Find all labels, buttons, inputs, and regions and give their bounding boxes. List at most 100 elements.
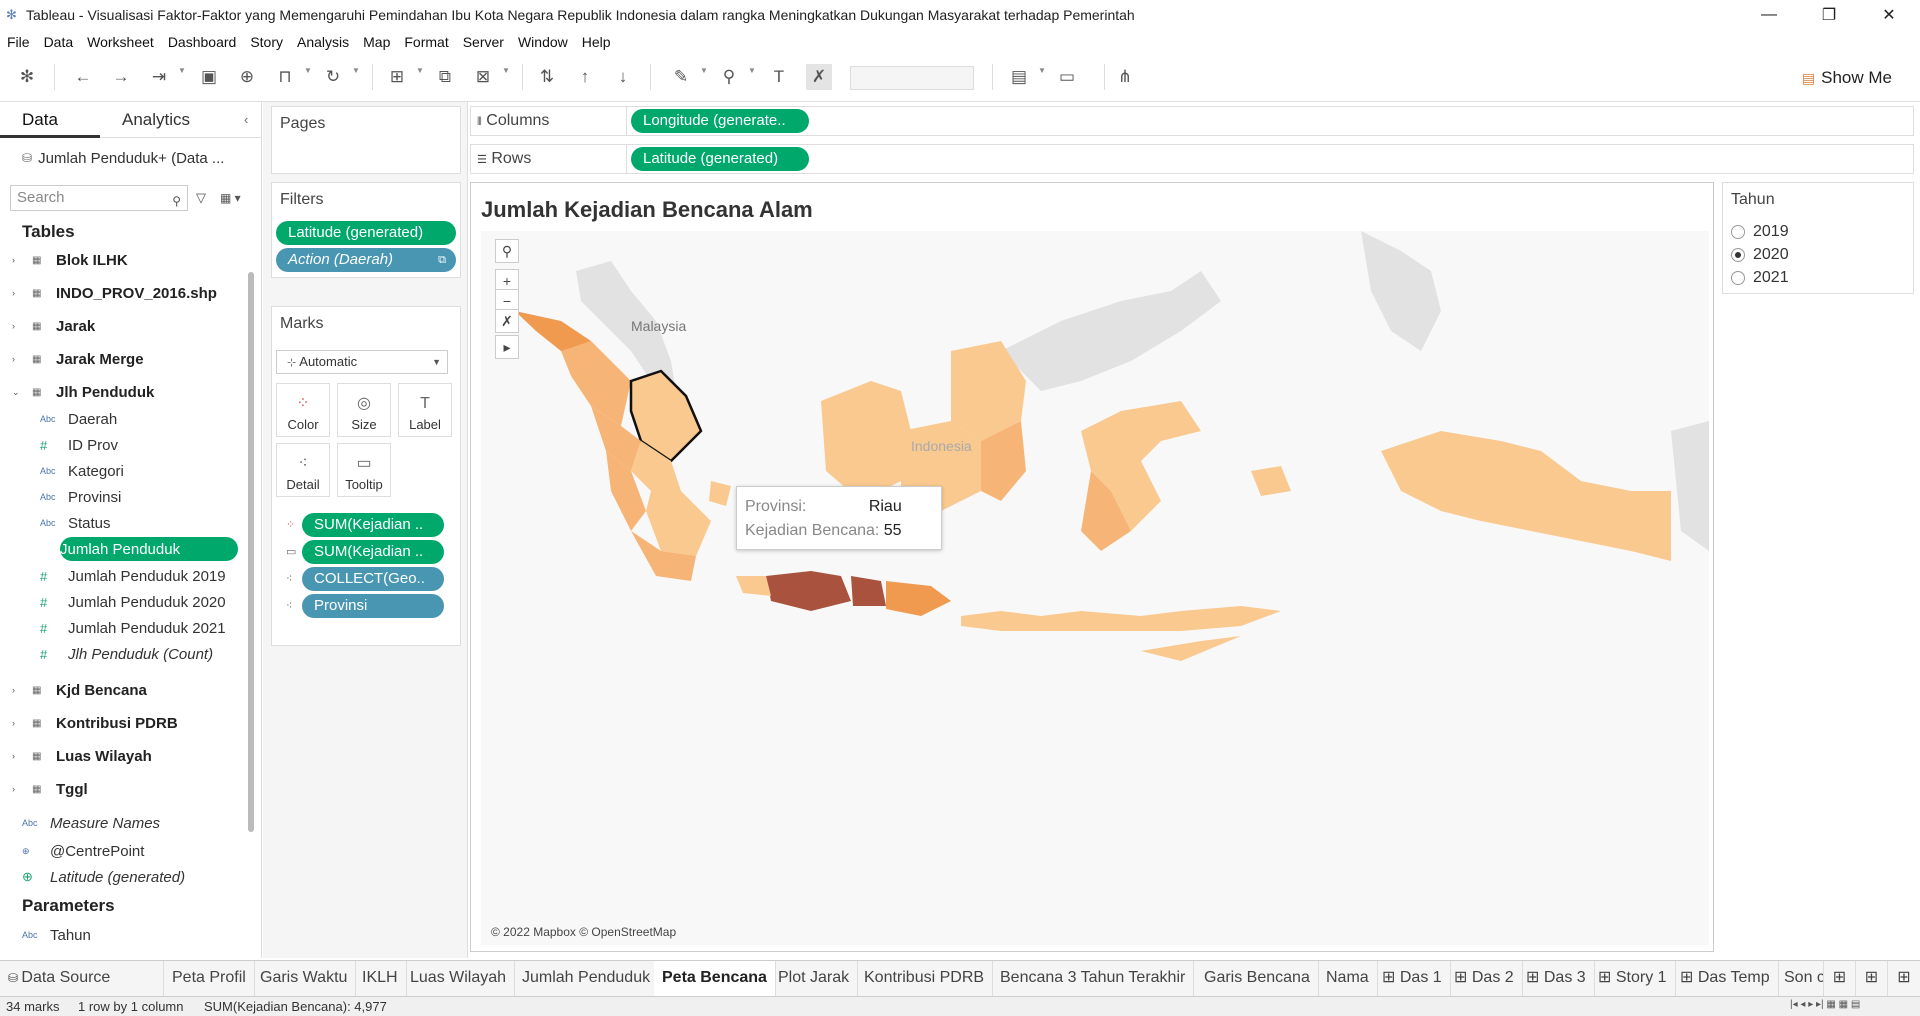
map-tools-expand-icon[interactable]: ▸ [495,335,519,359]
menu-map[interactable]: Map [356,34,397,50]
marks-pill[interactable]: Provinsi [302,594,444,618]
radio-2020[interactable]: 2020 [1731,246,1789,264]
marks-pill[interactable]: COLLECT(Geo.. [302,567,444,591]
sheet-nav-icons[interactable]: |◂ ◂ ▸ ▸| ▦ ▦ ▤ [1790,999,1860,1010]
field-item[interactable]: ⊕ Latitude (generated) [22,864,222,890]
duplicate-icon[interactable]: ⧉ [432,64,458,90]
search-input[interactable]: Search ⚲ [10,185,188,211]
field-item[interactable]: Abc Daerah [40,406,240,432]
field-item[interactable]: # Jlh Penduduk (Count) [40,641,240,667]
field-item[interactable]: # Jumlah Penduduk 2020 [40,589,240,615]
sheet-tab[interactable]: Kontribusi PDRB [856,961,994,997]
new-datasource-icon[interactable]: ⊕ [234,64,260,90]
tableau-start-icon[interactable]: ✻ [14,64,40,90]
marks-pill[interactable]: SUM(Kejadian .. [302,540,444,564]
marks-pill[interactable]: SUM(Kejadian .. [302,513,444,537]
field-item[interactable]: # Jumlah Penduduk 2021 [40,615,240,641]
map-search-icon[interactable]: ⚲ [495,239,519,263]
columns-pill[interactable]: Longitude (generate.. [631,109,809,133]
sheet-tab[interactable]: Jumlah Penduduk [514,961,660,997]
highlight-icon[interactable]: ✎ [668,64,694,90]
view-options-icon[interactable]: ▦ ▾ [220,191,241,205]
group-icon[interactable]: ⚲ [716,64,742,90]
save-icon[interactable]: ▣ [196,64,222,90]
show-me-button[interactable]: ▤ Show Me [1802,68,1892,88]
field-item[interactable]: Abc Status [40,510,240,536]
filter-icon[interactable]: ▽ [196,190,206,206]
sheet-tab[interactable]: Plot Jarak [770,961,859,997]
text-label-icon[interactable]: T [766,64,792,90]
undo-icon[interactable]: ← [70,64,96,90]
menu-window[interactable]: Window [511,34,575,50]
filters-card[interactable]: Filters Latitude (generated) Action (Dae… [271,182,461,278]
table-row[interactable]: › ▦ Kontribusi PDRB [0,710,250,736]
story-tab[interactable]: ⊞ Story 1 [1590,961,1676,997]
sheet-tab[interactable]: Bencana 3 Tahun Terakhir [992,961,1195,997]
redo-icon[interactable]: → [108,64,134,90]
swap-icon[interactable]: ⇅ [534,64,560,90]
dashboard-tab[interactable]: ⊞ Das 1 [1374,961,1451,997]
share-icon[interactable]: ⋔ [1112,64,1138,90]
color-button[interactable]: ⁘ Color [276,383,330,437]
refresh-icon[interactable]: ↻ [320,64,346,90]
table-row[interactable]: › ▦ Blok ILHK [0,247,250,273]
tab-data[interactable]: Data [0,102,100,138]
table-row[interactable]: › ▦ Jarak [0,313,250,339]
table-row[interactable]: › ▦ Jarak Merge [0,346,250,372]
data-source[interactable]: ⛁ Jumlah Penduduk+ (Data ... [0,138,261,178]
menu-server[interactable]: Server [456,34,511,50]
sheet-tab[interactable]: Nama [1318,961,1378,997]
size-button[interactable]: ◎ Size [337,383,391,437]
menu-data[interactable]: Data [37,34,81,50]
detail-button[interactable]: ⁖ Detail [276,443,330,497]
radio-2019[interactable]: 2019 [1731,223,1789,241]
menu-analysis[interactable]: Analysis [290,34,356,50]
dashboard-tab[interactable]: ⊞ Das 3 [1518,961,1595,997]
replay-icon[interactable]: ⇥ [146,64,172,90]
field-item[interactable]: Abc Provinsi [40,484,240,510]
field-item[interactable]: # ID Prov [40,432,240,458]
table-row[interactable]: › ▦ Tggl [0,776,250,802]
sheet-tab-active[interactable]: Peta Bencana [654,961,776,997]
map-canvas[interactable]: Malaysia Indonesia [481,231,1709,945]
tab-data-source[interactable]: ⛁ Data Source [0,961,164,997]
table-row[interactable]: ⌄ ▦ Jlh Penduduk [0,379,250,405]
table-row[interactable]: › ▦ INDO_PROV_2016.shp [0,280,250,306]
radio-2021[interactable]: 2021 [1731,269,1789,287]
show-cards-icon[interactable]: ▤ [1006,64,1032,90]
restore-button[interactable]: ❐ [1806,0,1852,30]
sheet-tab[interactable]: Garis Bencana [1196,961,1319,997]
rows-shelf[interactable]: ☰ Rows Latitude (generated) [470,144,1914,174]
clear-sheet-icon[interactable]: ⊠ [470,64,496,90]
pause-updates-icon[interactable]: ⊓ [272,64,298,90]
sheet-tab[interactable]: Luas Wilayah [402,961,516,997]
fit-dropdown[interactable] [850,66,974,90]
close-button[interactable]: ✕ [1866,0,1912,30]
table-row[interactable]: › ▦ Kjd Bencana [0,677,250,703]
columns-shelf[interactable]: ⦀ Columns Longitude (generate.. [470,106,1914,136]
menu-format[interactable]: Format [397,34,455,50]
label-button[interactable]: T Label [398,383,452,437]
sort-ascending-icon[interactable]: ↑ [572,64,598,90]
dashboard-tab[interactable]: ⊞ Das Temp [1672,961,1779,997]
sheet-tab[interactable]: Son c [1776,961,1824,997]
collapse-pane-icon[interactable]: ‹ [244,112,248,127]
tooltip-button[interactable]: ▭ Tooltip [337,443,391,497]
field-item[interactable]: ⊕ @CentrePoint [22,838,222,864]
dashboard-tab[interactable]: ⊞ Das 2 [1446,961,1523,997]
field-item[interactable]: # Jumlah Penduduk 2019 [40,563,240,589]
field-item[interactable]: Abc Measure Names [22,810,222,836]
sort-descending-icon[interactable]: ↓ [610,64,636,90]
new-worksheet-icon[interactable]: ⊞ [1824,961,1856,997]
minimize-button[interactable]: — [1746,0,1792,30]
menu-file[interactable]: File [0,34,37,50]
pages-card[interactable]: Pages [271,106,461,174]
menu-dashboard[interactable]: Dashboard [161,34,244,50]
new-worksheet-icon[interactable]: ⊞ [384,64,410,90]
field-item-selected[interactable]: # Jumlah Penduduk [40,537,238,561]
rows-pill[interactable]: Latitude (generated) [631,147,809,171]
mark-type-dropdown[interactable]: ⊹ Automatic ▼ [276,350,448,374]
field-item[interactable]: Abc Kategori [40,458,240,484]
sheet-tab[interactable]: Peta Profil [164,961,255,997]
menu-story[interactable]: Story [243,34,290,50]
